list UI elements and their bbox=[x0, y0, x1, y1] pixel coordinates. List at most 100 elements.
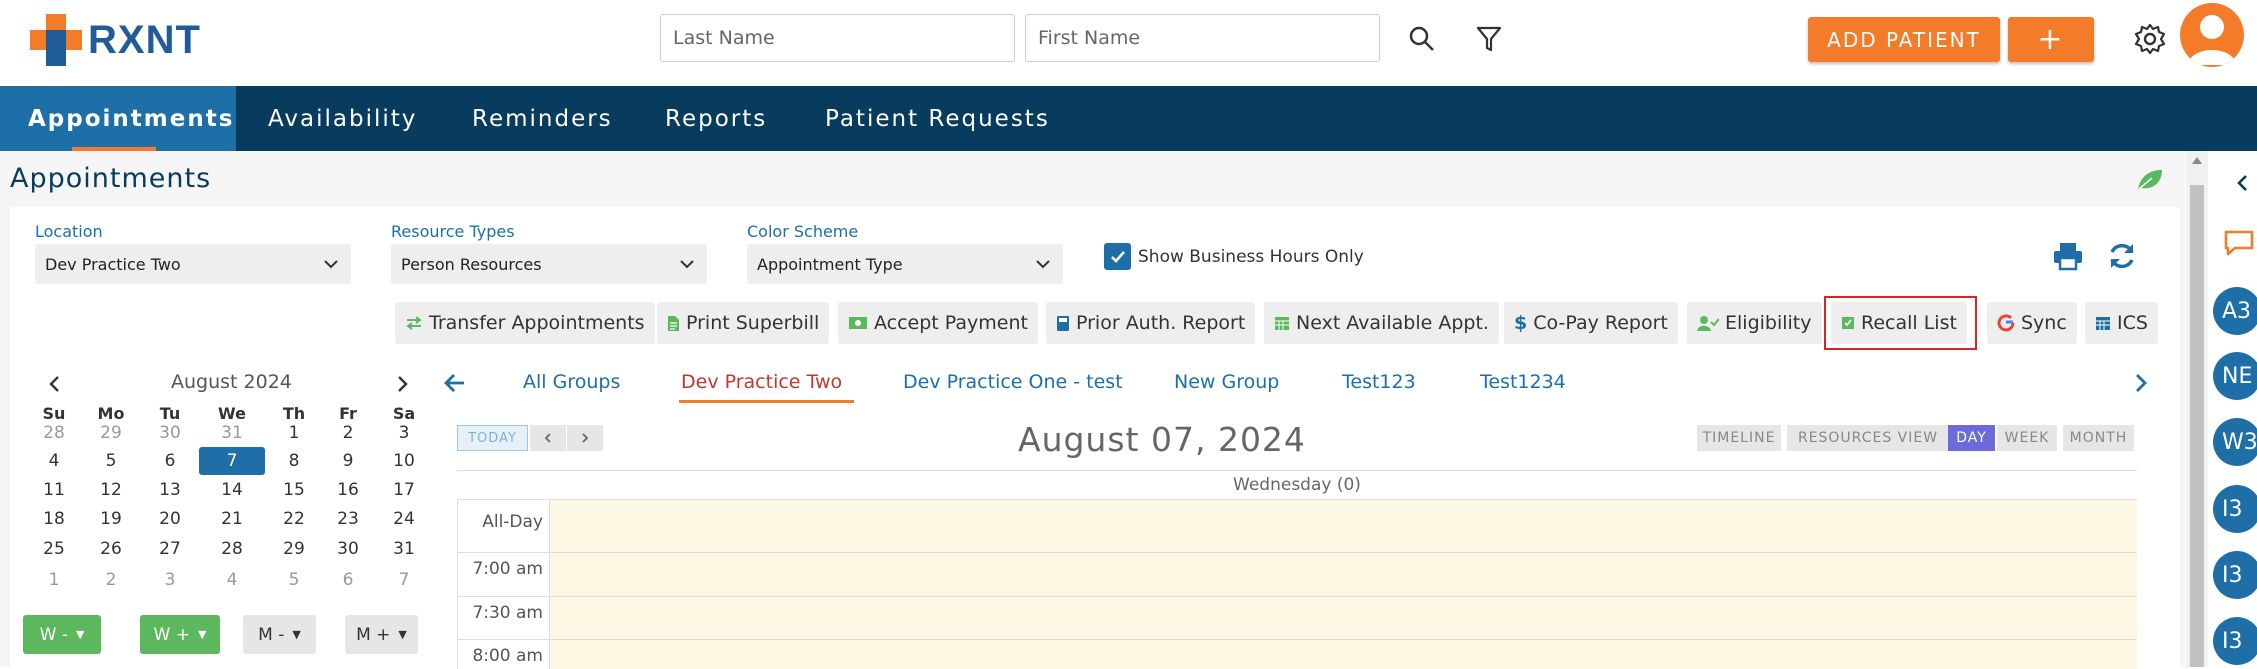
calendar-day[interactable]: 25 bbox=[27, 535, 81, 563]
calendar-day[interactable]: 11 bbox=[27, 476, 81, 504]
first-name-input[interactable] bbox=[1025, 14, 1380, 62]
add-patient-button[interactable]: ADD PATIENT bbox=[1808, 17, 2000, 62]
calendar-day[interactable]: 5 bbox=[267, 566, 321, 594]
calendar-day[interactable]: 16 bbox=[321, 476, 375, 504]
calendar-day[interactable]: 2 bbox=[84, 566, 138, 594]
calendar-day[interactable]: 3 bbox=[377, 419, 431, 447]
month-minus-button[interactable]: M - ▼ bbox=[243, 615, 316, 654]
calendar-day[interactable]: 4 bbox=[27, 447, 81, 475]
tab-reminders[interactable]: Reminders bbox=[472, 86, 613, 151]
group-tab-test1234[interactable]: Test1234 bbox=[1480, 371, 1566, 393]
chat-icon[interactable] bbox=[2222, 228, 2256, 258]
location-select[interactable]: Dev Practice Two bbox=[35, 244, 351, 284]
calendar-day[interactable]: 20 bbox=[143, 505, 197, 533]
calendar-day[interactable]: 7 bbox=[377, 566, 431, 594]
group-tab-all-groups[interactable]: All Groups bbox=[523, 371, 620, 393]
resource-types-select[interactable]: Person Resources bbox=[391, 244, 707, 284]
calendar-day[interactable]: 4 bbox=[205, 566, 259, 594]
calendar-day[interactable]: 1 bbox=[267, 419, 321, 447]
view-timeline-button[interactable]: TIMELINE bbox=[1697, 425, 1781, 451]
view-resources-button[interactable]: RESOURCES VIEW bbox=[1787, 425, 1949, 451]
sync-button[interactable]: Sync bbox=[1987, 302, 2077, 344]
prev-month-icon[interactable] bbox=[44, 374, 64, 394]
calendar-day[interactable]: 27 bbox=[143, 535, 197, 563]
patient-bubble[interactable]: I3 bbox=[2213, 617, 2257, 665]
calendar-day[interactable]: 18 bbox=[27, 505, 81, 533]
ics-button[interactable]: ICS bbox=[2085, 302, 2158, 344]
color-scheme-select[interactable]: Appointment Type bbox=[747, 244, 1063, 284]
prior-auth-report-button[interactable]: Prior Auth. Report bbox=[1046, 302, 1256, 344]
week-plus-button[interactable]: W + ▼ bbox=[140, 615, 220, 654]
calendar-day[interactable]: 29 bbox=[84, 419, 138, 447]
calendar-day[interactable]: 22 bbox=[267, 505, 321, 533]
calendar-day[interactable]: 13 bbox=[143, 476, 197, 504]
refresh-icon[interactable] bbox=[2104, 238, 2140, 274]
add-button[interactable]: + bbox=[2008, 17, 2094, 62]
group-tab-dev-practice-two[interactable]: Dev Practice Two bbox=[678, 371, 855, 403]
user-avatar[interactable] bbox=[2180, 3, 2244, 67]
rxnt-logo[interactable]: RXNT bbox=[30, 14, 201, 66]
business-hours-checkbox[interactable] bbox=[1104, 243, 1131, 270]
next-month-icon[interactable] bbox=[393, 374, 413, 394]
calendar-day[interactable]: 31 bbox=[377, 535, 431, 563]
tab-appointments[interactable]: Appointments bbox=[0, 86, 236, 151]
group-tab-test123[interactable]: Test123 bbox=[1342, 371, 1416, 393]
calendar-day[interactable]: 14 bbox=[205, 476, 259, 504]
calendar-day[interactable]: 5 bbox=[84, 447, 138, 475]
group-tab-new-group[interactable]: New Group bbox=[1174, 371, 1279, 393]
vertical-scrollbar[interactable] bbox=[2186, 151, 2208, 667]
eligibility-button[interactable]: Eligibility bbox=[1687, 302, 1822, 344]
patient-bubble[interactable]: W3 bbox=[2213, 418, 2257, 466]
view-month-button[interactable]: MONTH bbox=[2063, 425, 2134, 451]
chevron-right-icon[interactable] bbox=[2126, 370, 2156, 396]
calendar-day[interactable]: 29 bbox=[267, 535, 321, 563]
arrow-left-icon[interactable] bbox=[440, 370, 470, 396]
calendar-day[interactable]: 30 bbox=[321, 535, 375, 563]
next-available-appt-button[interactable]: Next Available Appt. bbox=[1264, 302, 1499, 344]
tab-reports[interactable]: Reports bbox=[665, 86, 767, 151]
patient-bubble[interactable]: A3 bbox=[2213, 287, 2257, 335]
calendar-day[interactable]: 3 bbox=[143, 566, 197, 594]
prev-day-button[interactable] bbox=[530, 425, 566, 451]
calendar-day[interactable]: 12 bbox=[84, 476, 138, 504]
print-icon[interactable] bbox=[2050, 238, 2086, 274]
calendar-day[interactable]: 15 bbox=[267, 476, 321, 504]
print-superbill-button[interactable]: Print Superbill bbox=[657, 302, 830, 344]
week-minus-button[interactable]: W - ▼ bbox=[23, 615, 101, 654]
scrollbar-thumb[interactable] bbox=[2190, 185, 2204, 667]
month-plus-button[interactable]: M + ▼ bbox=[345, 615, 418, 654]
next-day-button[interactable] bbox=[567, 425, 603, 451]
calendar-day[interactable]: 1 bbox=[27, 566, 81, 594]
calendar-day[interactable]: 2 bbox=[321, 419, 375, 447]
collapse-sidebar-icon[interactable] bbox=[2232, 170, 2252, 196]
calendar-day-selected[interactable]: 7 bbox=[199, 447, 265, 475]
patient-bubble[interactable]: I3 bbox=[2213, 551, 2257, 599]
calendar-day[interactable]: 31 bbox=[205, 419, 259, 447]
view-day-button[interactable]: DAY bbox=[1948, 425, 1995, 451]
accept-payment-button[interactable]: Accept Payment bbox=[838, 302, 1038, 344]
calendar-day[interactable]: 9 bbox=[321, 447, 375, 475]
view-week-button[interactable]: WEEK bbox=[1997, 425, 2057, 451]
calendar-day[interactable]: 21 bbox=[205, 505, 259, 533]
gear-icon[interactable] bbox=[2131, 20, 2169, 58]
today-button[interactable]: TODAY bbox=[457, 425, 528, 451]
calendar-day[interactable]: 19 bbox=[84, 505, 138, 533]
calendar-day[interactable]: 6 bbox=[321, 566, 375, 594]
group-tab-dev-practice-one-test[interactable]: Dev Practice One - test bbox=[903, 371, 1123, 393]
tab-availability[interactable]: Availability bbox=[268, 86, 417, 151]
calendar-day[interactable]: 24 bbox=[377, 505, 431, 533]
search-icon[interactable] bbox=[1405, 22, 1439, 56]
calendar-day[interactable]: 6 bbox=[143, 447, 197, 475]
calendar-day[interactable]: 17 bbox=[377, 476, 431, 504]
scroll-up-icon[interactable] bbox=[2192, 157, 2202, 164]
calendar-day[interactable]: 28 bbox=[205, 535, 259, 563]
last-name-input[interactable] bbox=[660, 14, 1015, 62]
co-pay-report-button[interactable]: $ Co-Pay Report bbox=[1504, 302, 1678, 344]
filter-icon[interactable] bbox=[1472, 22, 1506, 56]
calendar-day[interactable]: 28 bbox=[27, 419, 81, 447]
calendar-day[interactable]: 8 bbox=[267, 447, 321, 475]
leaf-icon[interactable] bbox=[2135, 167, 2165, 193]
calendar-day[interactable]: 30 bbox=[143, 419, 197, 447]
tab-patient-requests[interactable]: Patient Requests bbox=[825, 86, 1050, 151]
calendar-day[interactable]: 26 bbox=[84, 535, 138, 563]
